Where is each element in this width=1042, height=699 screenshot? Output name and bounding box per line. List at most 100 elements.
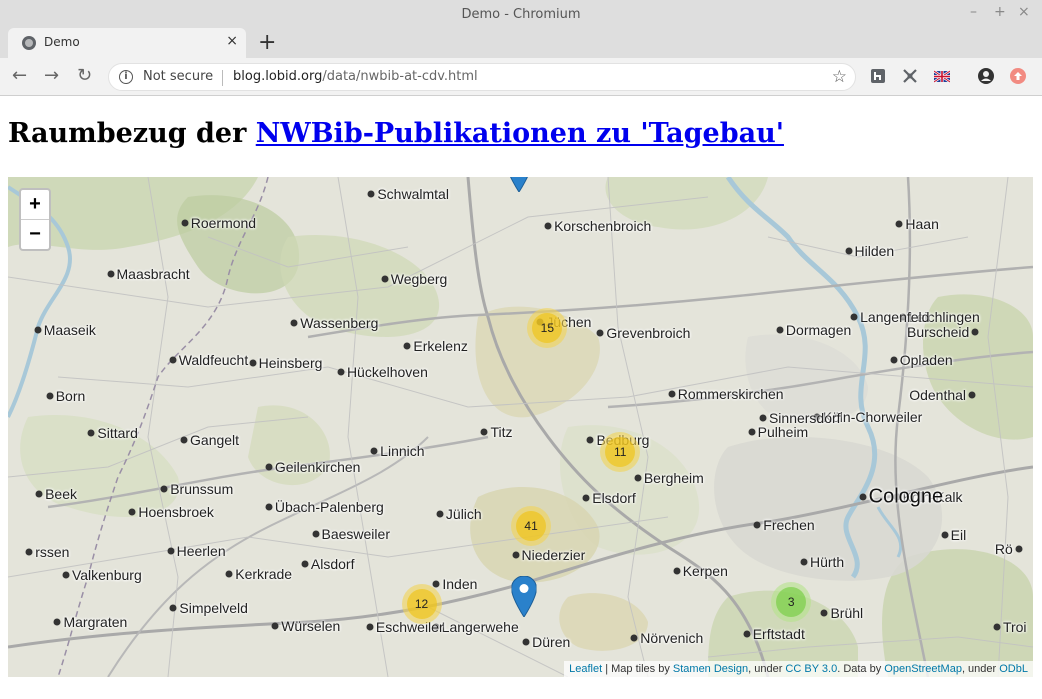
place-dot-baesweiler [312, 530, 319, 538]
attr-text-2: , under [748, 663, 786, 675]
place-dot-hoensbroek [128, 508, 136, 516]
url-text[interactable]: blog.lobid.org/data/nwbib-at-cdv.html [233, 69, 478, 84]
place-label-kerkrade: Kerkrade [235, 566, 293, 583]
title-bar: Demo - Chromium – + × [0, 0, 1042, 28]
place-label-roermond: Roermond [190, 215, 257, 232]
maximize-button[interactable]: + [994, 4, 1006, 20]
ccby-link[interactable]: CC BY 3.0 [785, 663, 837, 675]
close-window-button[interactable]: × [1018, 4, 1030, 20]
place-dot-wassenberg [290, 319, 298, 327]
place-label-eschweiler: Eschweiler [375, 618, 444, 635]
new-tab-button[interactable]: + [258, 30, 276, 55]
bookmark-star-icon[interactable]: ☆ [832, 67, 847, 87]
place-dot-bruhl [820, 609, 828, 617]
place-dot-simpelveld [169, 604, 177, 612]
place-label-linnich: Linnich [380, 443, 425, 460]
zoom-in-button[interactable]: + [21, 190, 49, 219]
minimize-button[interactable]: – [970, 4, 977, 20]
marker-cluster[interactable]: 15 [527, 307, 568, 348]
place-label-born: Born [55, 388, 86, 405]
place-dot-huckelhoven [337, 368, 345, 376]
title-prefix: Raumbezug der [8, 118, 256, 149]
place-label-grevenbroich: Grevenbroich [606, 325, 691, 342]
place-dot-beek [35, 490, 43, 498]
place-dot-valkenburg [62, 571, 70, 579]
place-dot-rssen [25, 548, 33, 556]
place-label-schwalmtal: Schwalmtal [377, 186, 449, 203]
place-label-hoensbroek: Hoensbroek [138, 504, 214, 521]
place-label-gangelt: Gangelt [190, 432, 240, 449]
odbl-link[interactable]: ODbL [999, 663, 1028, 675]
place-dot-niederzier [512, 551, 520, 559]
update-icon[interactable] [1010, 68, 1026, 84]
zoom-out-button[interactable]: − [21, 219, 49, 248]
close-tab-icon[interactable]: × [226, 33, 238, 49]
place-label-norvenich: Nörvenich [640, 630, 704, 647]
place-dot-eschweiler [366, 623, 374, 631]
marker-cluster[interactable]: 11 [600, 432, 641, 473]
place-dot-brunssum [160, 485, 168, 493]
place-label-maasbracht: Maasbracht [116, 266, 190, 283]
cluster-count: 11 [605, 437, 636, 468]
place-dot-pulheim [748, 428, 756, 436]
place-dot-titz [480, 428, 488, 436]
marker-cluster[interactable]: 41 [511, 506, 552, 547]
place-label-wurselen: Würselen [281, 617, 341, 634]
url-host: blog.lobid.org [233, 69, 323, 84]
address-bar[interactable]: i Not secure blog.lobid.org/data/nwbib-a… [108, 63, 856, 91]
security-label[interactable]: Not secure [143, 69, 213, 84]
place-dot-maasbracht [107, 270, 114, 278]
place-label-wassenberg: Wassenberg [300, 314, 379, 331]
leaflet-link[interactable]: Leaflet [569, 663, 602, 675]
marker-cluster[interactable]: 3 [771, 582, 812, 623]
place-label-langerwehe: Langerwehe [441, 618, 519, 635]
place-dot-schwalmtal [367, 190, 375, 198]
tab-strip: Demo × + [0, 28, 1042, 58]
uk-flag-icon[interactable] [934, 68, 950, 84]
place-label-bruhl: Brühl [830, 604, 864, 621]
place-label-kerpen: Kerpen [682, 563, 728, 579]
extension-h-icon[interactable] [870, 68, 886, 84]
place-dot-erkelenz [403, 342, 411, 350]
place-label-heinsberg: Heinsberg [258, 355, 323, 372]
globe-icon [22, 36, 36, 50]
map[interactable]: Roermond Schwalmtal Korschenbroich Haan Maas… [8, 177, 1033, 677]
omnibox-separator [222, 70, 223, 86]
window-title: Demo - Chromium [461, 7, 581, 22]
place-dot-burscheid [971, 328, 979, 336]
place-dot-dormagen [776, 326, 784, 334]
place-dot-gangelt [180, 436, 188, 444]
place-dot-hurth [800, 558, 808, 566]
place-label-ubach-palenberg: Übach-Palenberg [274, 498, 384, 515]
tab-demo[interactable]: Demo × [8, 28, 246, 58]
place-dot-margraten [53, 618, 61, 626]
place-dot-wegberg [381, 275, 389, 283]
place-label-langenfeld: Langenfeld [860, 309, 930, 326]
place-dot-bedburg [586, 436, 594, 444]
place-label-valkenburg: Valkenburg [71, 567, 142, 584]
info-icon[interactable]: i [119, 70, 133, 84]
place-dot-alsdorf [301, 560, 309, 567]
back-button[interactable]: ← [12, 65, 27, 86]
place-dot-hilden [845, 247, 852, 255]
toolbar: ← → ↻ i Not secure blog.lobid.org/data/n… [0, 58, 1042, 96]
reload-button[interactable]: ↻ [77, 65, 92, 86]
extension-tools-icon[interactable] [902, 68, 918, 84]
url-path: /data/nwbib-at-cdv.html [322, 69, 478, 84]
place-label-erftstadt: Erftstadt [752, 626, 805, 643]
map-pin-icon[interactable] [511, 576, 537, 618]
place-label-pulheim: Pulheim [757, 423, 809, 440]
place-dot-ro [1015, 545, 1023, 553]
map-pin-icon[interactable] [507, 177, 532, 192]
map-attribution: Leaflet | Map tiles by Stamen Design, un… [564, 661, 1033, 677]
stamen-link[interactable]: Stamen Design [673, 663, 748, 675]
place-label-eil: Eil [950, 526, 967, 543]
nwbib-link[interactable]: NWBib-Publikationen zu 'Tagebau' [256, 118, 784, 149]
place-label-alsdorf: Alsdorf [310, 555, 355, 572]
place-dot-elsdorf [582, 494, 590, 502]
account-icon[interactable] [978, 68, 994, 84]
marker-cluster[interactable]: 12 [401, 584, 442, 625]
osm-link[interactable]: OpenStreetMap [884, 663, 962, 675]
forward-button[interactable]: → [44, 65, 59, 86]
place-label-hilden: Hilden [854, 242, 895, 259]
